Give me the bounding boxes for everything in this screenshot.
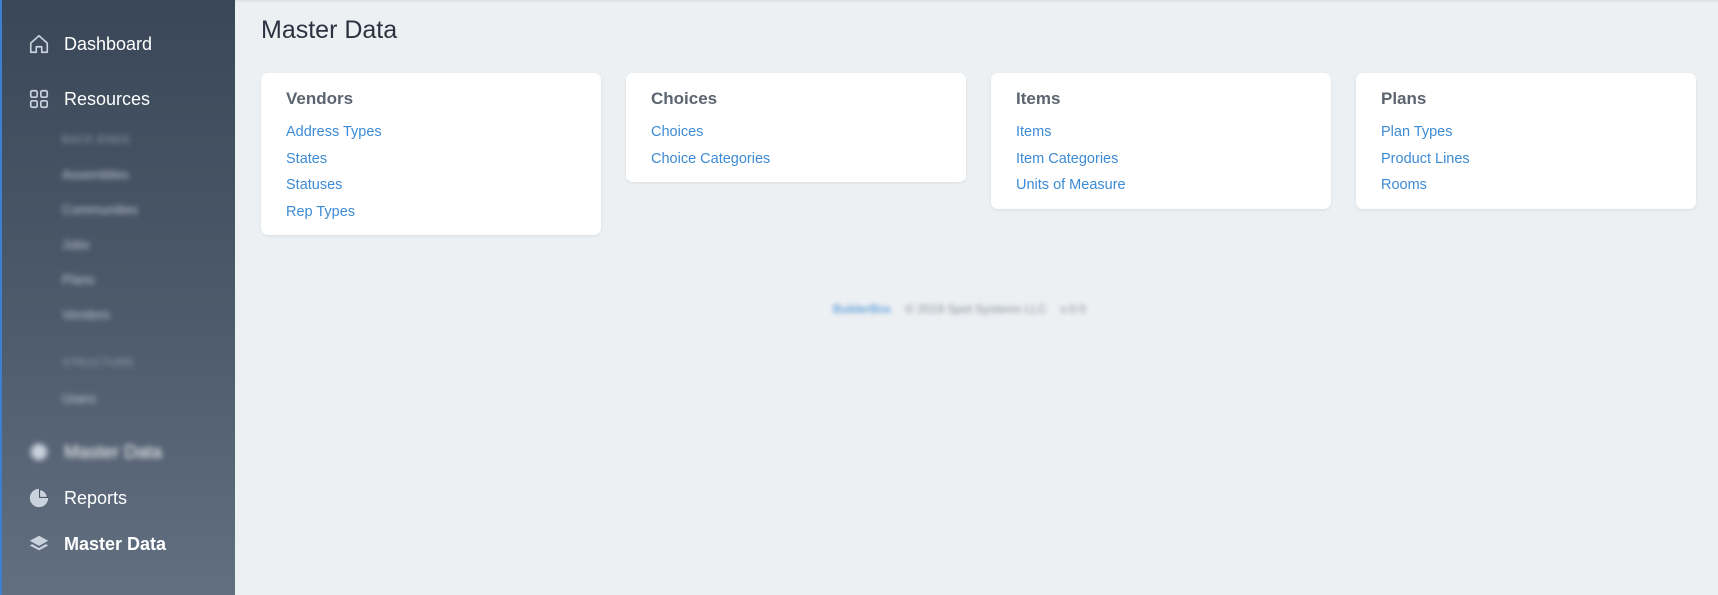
sidebar: Dashboard Resources BACK ENDS Assemblies…	[0, 0, 235, 595]
link-item-categories[interactable]: Item Categories	[1016, 146, 1306, 173]
submenu-section-header: BACK ENDS	[62, 134, 131, 146]
link-statuses[interactable]: Statuses	[286, 172, 576, 199]
link-items[interactable]: Items	[1016, 119, 1306, 146]
link-rooms[interactable]: Rooms	[1381, 172, 1671, 199]
submenu-item-users[interactable]: Users	[62, 391, 96, 406]
sidebar-item-label: Master Data	[64, 441, 163, 462]
pie-chart-icon	[26, 485, 52, 511]
link-plan-types[interactable]: Plan Types	[1381, 119, 1671, 146]
submenu-item-plans[interactable]: Plans	[62, 272, 95, 287]
submenu-section-header: STRUCTURE	[62, 357, 135, 369]
link-choices[interactable]: Choices	[651, 119, 941, 146]
card-vendors: Vendors Address Types States Statuses Re…	[261, 73, 601, 235]
submenu-item-assemblies[interactable]: Assemblies	[62, 167, 128, 182]
main-content: Master Data Vendors Address Types States…	[235, 0, 1718, 595]
sidebar-item-master-data-blurred[interactable]: Master Data	[26, 439, 162, 465]
card-choices: Choices Choices Choice Categories	[626, 73, 966, 182]
sidebar-item-label: Master Data	[64, 533, 167, 554]
sidebar-item-dashboard[interactable]: Dashboard	[26, 31, 152, 57]
card-title: Items	[1016, 89, 1061, 108]
submenu-item-jobs[interactable]: Jobs	[62, 237, 89, 252]
footer: BuilderBox © 2019 Spot Systems LLC v.0.0	[833, 302, 1086, 316]
card-title: Plans	[1381, 89, 1427, 108]
link-states[interactable]: States	[286, 146, 576, 173]
grid-icon	[26, 86, 52, 112]
sidebar-item-master-data[interactable]: Master Data	[26, 531, 166, 557]
link-units-of-measure[interactable]: Units of Measure	[1016, 172, 1306, 199]
card-title: Choices	[651, 89, 718, 108]
link-address-types[interactable]: Address Types	[286, 119, 576, 146]
database-icon	[26, 439, 52, 465]
sidebar-item-reports[interactable]: Reports	[26, 485, 127, 511]
sidebar-item-label: Dashboard	[64, 33, 153, 54]
card-plans: Plans Plan Types Product Lines Rooms	[1356, 73, 1696, 209]
sidebar-item-label: Reports	[64, 487, 128, 508]
link-product-lines[interactable]: Product Lines	[1381, 146, 1671, 173]
card-items: Items Items Item Categories Units of Mea…	[991, 73, 1331, 209]
sidebar-item-resources[interactable]: Resources	[26, 86, 150, 112]
home-icon	[26, 31, 52, 57]
footer-link[interactable]: BuilderBox	[833, 302, 891, 316]
submenu-item-vendors[interactable]: Vendors	[62, 307, 110, 322]
link-choice-categories[interactable]: Choice Categories	[651, 146, 941, 173]
footer-version: v.0.0	[1060, 302, 1086, 316]
link-rep-types[interactable]: Rep Types	[286, 199, 576, 226]
card-title: Vendors	[286, 89, 354, 108]
sidebar-item-label: Resources	[64, 88, 151, 109]
layers-icon	[26, 531, 52, 557]
page-title: Master Data	[261, 16, 398, 44]
submenu-item-communities[interactable]: Communities	[62, 202, 138, 217]
footer-copyright: © 2019 Spot Systems LLC	[905, 302, 1047, 316]
